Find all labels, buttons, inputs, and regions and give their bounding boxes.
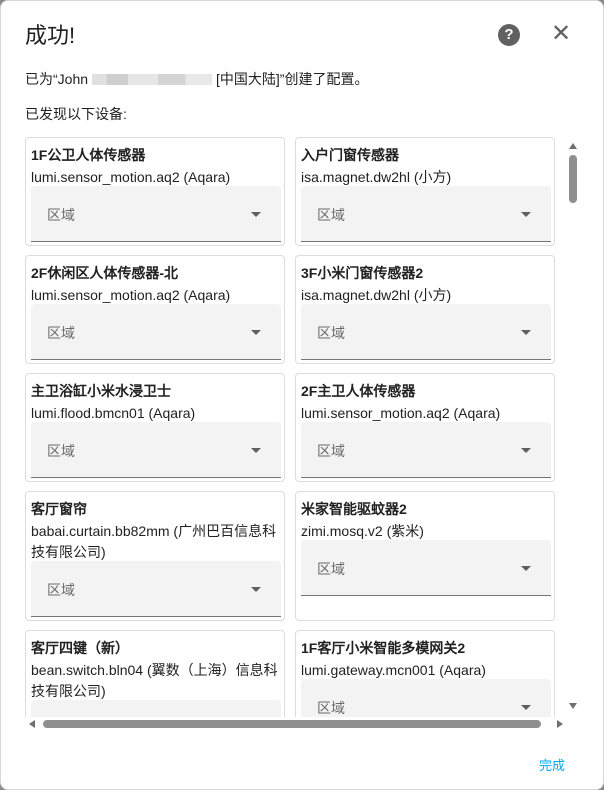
device-card: 2F主卫人体传感器 lumi.sensor_motion.aq2 (Aqara)… <box>295 373 555 482</box>
chevron-down-icon <box>251 448 261 453</box>
created-prefix: 已为“John <box>25 71 89 87</box>
scroll-up-icon[interactable] <box>569 143 577 149</box>
device-card: 3F小米门窗传感器2 isa.magnet.dw2hl (小方) 区域 <box>295 255 555 364</box>
device-model: lumi.sensor_motion.aq2 (Aqara) <box>31 287 231 303</box>
chevron-down-icon <box>521 566 531 571</box>
help-icon[interactable]: ? <box>498 24 520 46</box>
device-name: 客厅窗帘 <box>31 501 87 517</box>
device-card: 客厅窗帘 babai.curtain.bb82mm (广州巴百信息科技有限公司)… <box>25 491 285 621</box>
dialog-title: 成功! <box>25 23 76 48</box>
device-model: isa.magnet.dw2hl (小方) <box>301 169 452 185</box>
done-button[interactable]: 完成 <box>539 755 565 774</box>
area-select-label: 区域 <box>317 325 345 341</box>
device-name: 1F客厅小米智能多模网关2 <box>301 640 466 656</box>
close-icon[interactable]: ✕ <box>549 22 573 46</box>
area-select[interactable]: 区域 <box>301 679 551 717</box>
redacted-name <box>92 74 213 85</box>
found-devices-label: 已发现以下设备: <box>25 106 127 122</box>
area-select[interactable]: 区域 <box>301 540 551 596</box>
device-card: 1F公卫人体传感器 lumi.sensor_motion.aq2 (Aqara)… <box>25 137 285 246</box>
area-select[interactable]: 区域 <box>301 304 551 360</box>
area-select[interactable]: 区域 <box>301 186 551 242</box>
scroll-left-icon[interactable] <box>29 720 35 728</box>
device-model: lumi.sensor_motion.aq2 (Aqara) <box>301 405 501 421</box>
vertical-scroll-thumb[interactable] <box>569 155 577 203</box>
device-name: 入户门窗传感器 <box>301 147 399 163</box>
area-select-label: 区域 <box>317 561 345 577</box>
area-select-label: 区域 <box>317 700 345 716</box>
area-select-label: 区域 <box>47 443 75 459</box>
device-name: 2F休闲区人体传感器-北 <box>31 265 178 281</box>
area-select-label: 区域 <box>47 582 75 598</box>
chevron-down-icon <box>251 330 261 335</box>
device-model: bean.switch.bln04 (翼数（上海）信息科技有限公司) <box>31 662 278 699</box>
area-select[interactable]: 区域 <box>31 304 281 360</box>
area-select-label: 区域 <box>47 207 75 223</box>
device-name: 米家智能驱蚊器2 <box>301 501 407 517</box>
created-config-message: 已为“John [中国大陆]”创建了配置。 <box>25 69 368 89</box>
device-card: 米家智能驱蚊器2 zimi.mosq.v2 (紫米) 区域 <box>295 491 555 621</box>
area-select[interactable]: 区域 <box>31 422 281 478</box>
device-model: isa.magnet.dw2hl (小方) <box>301 287 452 303</box>
device-card: 1F客厅小米智能多模网关2 lumi.gateway.mcn001 (Aqara… <box>295 630 555 717</box>
device-model: lumi.flood.bmcn01 (Aqara) <box>31 405 196 421</box>
area-select[interactable]: 区域 <box>31 700 281 717</box>
area-select-label: 区域 <box>317 207 345 223</box>
device-name: 客厅四键（新） <box>31 640 129 656</box>
chevron-down-icon <box>521 448 531 453</box>
device-name: 主卫浴缸小米水浸卫士 <box>31 383 171 399</box>
chevron-down-icon <box>251 587 261 592</box>
area-select-label: 区域 <box>47 325 75 341</box>
device-card: 客厅四键（新） bean.switch.bln04 (翼数（上海）信息科技有限公… <box>25 630 285 717</box>
device-card: 主卫浴缸小米水浸卫士 lumi.flood.bmcn01 (Aqara) 区域 <box>25 373 285 482</box>
device-model: lumi.gateway.mcn001 (Aqara) <box>301 662 486 678</box>
device-card: 入户门窗传感器 isa.magnet.dw2hl (小方) 区域 <box>295 137 555 246</box>
horizontal-scrollbar[interactable] <box>27 718 565 730</box>
created-suffix: [中国大陆]”创建了配置。 <box>216 71 369 87</box>
device-model: zimi.mosq.v2 (紫米) <box>301 523 424 539</box>
vertical-scrollbar[interactable] <box>567 139 579 713</box>
scroll-right-icon[interactable] <box>557 720 563 728</box>
success-dialog: 成功! ? ✕ 已为“John [中国大陆]”创建了配置。 已发现以下设备: 1F… <box>0 0 604 790</box>
area-select-label: 区域 <box>317 443 345 459</box>
device-grid: 1F公卫人体传感器 lumi.sensor_motion.aq2 (Aqara)… <box>25 137 565 717</box>
device-card: 2F休闲区人体传感器-北 lumi.sensor_motion.aq2 (Aqa… <box>25 255 285 364</box>
device-model: babai.curtain.bb82mm (广州巴百信息科技有限公司) <box>31 523 277 560</box>
device-name: 3F小米门窗传感器2 <box>301 265 424 281</box>
chevron-down-icon <box>521 330 531 335</box>
area-select[interactable]: 区域 <box>301 422 551 478</box>
chevron-down-icon <box>251 212 261 217</box>
chevron-down-icon <box>521 212 531 217</box>
chevron-down-icon <box>521 705 531 710</box>
area-select[interactable]: 区域 <box>31 561 281 617</box>
device-name: 1F公卫人体传感器 <box>31 147 146 163</box>
device-name: 2F主卫人体传感器 <box>301 383 416 399</box>
horizontal-scroll-thumb[interactable] <box>43 720 541 728</box>
scroll-down-icon[interactable] <box>569 703 577 709</box>
device-model: lumi.sensor_motion.aq2 (Aqara) <box>31 169 231 185</box>
area-select[interactable]: 区域 <box>31 186 281 242</box>
